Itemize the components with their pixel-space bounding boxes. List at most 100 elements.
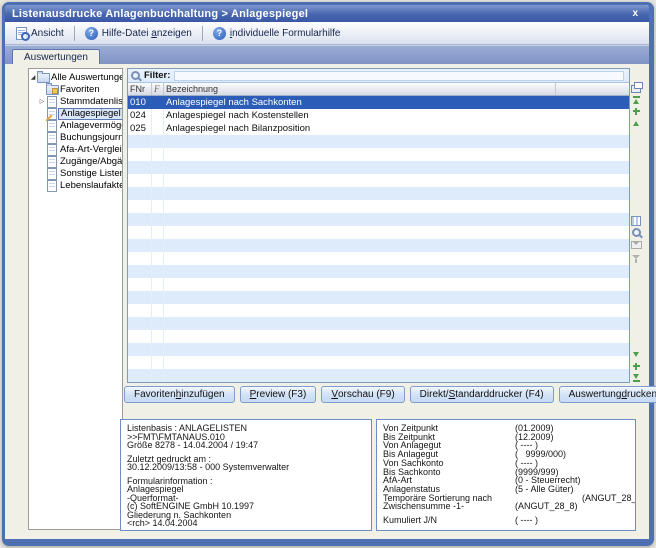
cell-fnr xyxy=(128,200,152,213)
direkt-standarddrucker-button[interactable]: Direkt/Standarddrucker (F4) xyxy=(410,386,554,403)
tree-item[interactable]: Favoriten xyxy=(29,84,122,96)
grid-empty-row xyxy=(128,356,629,369)
grid-row[interactable]: 025Anlagespiegel nach Bilanzposition xyxy=(128,122,629,135)
grid-empty-row xyxy=(128,343,629,356)
ansicht-button-label: Ansicht xyxy=(31,28,64,39)
grid-empty-row xyxy=(128,213,629,226)
column-chooser-icon xyxy=(631,82,641,93)
scroll-down-icon xyxy=(633,363,640,370)
tab-band: Auswertungen xyxy=(5,45,649,64)
scroll-bottom-button[interactable] xyxy=(630,373,642,383)
document-edit-icon xyxy=(47,108,57,120)
param-label: Kumuliert J/N xyxy=(383,516,515,525)
tree-item[interactable]: Afa-Art-Vergleich xyxy=(29,144,122,156)
column-header-bezeichnung[interactable]: Bezeichnung xyxy=(164,83,556,95)
cell-fnr xyxy=(128,187,152,200)
column-header-f[interactable]: F xyxy=(152,83,164,95)
cell-fnr xyxy=(128,213,152,226)
cell-f xyxy=(152,343,164,356)
tree-item[interactable]: Zugänge/Abgänge xyxy=(29,156,122,168)
scroll-up-icon xyxy=(633,108,640,115)
cell-filler xyxy=(556,161,629,174)
grid-row[interactable]: 010Anlagespiegel nach Sachkonten xyxy=(128,96,629,109)
formularhilfe-button[interactable]: individuelle Formularhilfe xyxy=(207,25,347,42)
cell-f xyxy=(152,174,164,187)
page-down-button[interactable] xyxy=(630,349,642,359)
tree-expander-icon[interactable]: ▷ xyxy=(38,96,46,108)
tree-item[interactable]: Buchungsjournal xyxy=(29,132,122,144)
filter-input[interactable] xyxy=(174,71,624,81)
grid-empty-row xyxy=(128,187,629,200)
column-header-fnr[interactable]: FNr xyxy=(128,83,152,95)
close-button[interactable]: x xyxy=(628,8,642,19)
cell-bezeichnung xyxy=(164,291,556,304)
grid-empty-row xyxy=(128,278,629,291)
folder-open-icon xyxy=(37,73,49,83)
tree-item[interactable]: Anlagespiegel xyxy=(29,108,122,120)
grid-row[interactable]: 024Anlagespiegel nach Kostenstellen xyxy=(128,109,629,122)
column-chooser-button[interactable] xyxy=(630,82,642,92)
document-icon xyxy=(46,180,58,192)
vorschau-button[interactable]: Vorschau (F9) xyxy=(321,386,404,403)
tree-root-label: Alle Auswertungen xyxy=(49,73,123,83)
grid-filter-row: Filter: xyxy=(128,69,629,83)
grid-empty-row xyxy=(128,291,629,304)
hilfe-datei-button[interactable]: Hilfe-Datei anzeigen xyxy=(79,25,198,42)
document-icon xyxy=(47,144,57,156)
cell-bezeichnung xyxy=(164,317,556,330)
cell-bezeichnung xyxy=(164,356,556,369)
page-up-icon xyxy=(633,121,639,126)
grid-empty-row xyxy=(128,161,629,174)
cell-filler xyxy=(556,200,629,213)
cell-fnr xyxy=(128,265,152,278)
grid-empty-row xyxy=(128,330,629,343)
search-icon xyxy=(632,228,641,237)
columns-button[interactable] xyxy=(630,216,642,226)
tree-item[interactable]: Anlagevermögen xyxy=(29,120,122,132)
cell-bezeichnung: Anlagespiegel nach Sachkonten xyxy=(164,96,556,109)
cell-f xyxy=(152,252,164,265)
scroll-up-button[interactable] xyxy=(630,106,642,116)
grid-empty-row xyxy=(128,369,629,382)
cell-f xyxy=(152,265,164,278)
tree-item-label: Lebenslaufakte xyxy=(58,181,123,191)
filter-button[interactable] xyxy=(630,252,642,262)
scroll-down-button[interactable] xyxy=(630,361,642,371)
cell-f xyxy=(152,304,164,317)
cell-bezeichnung xyxy=(164,252,556,265)
document-icon xyxy=(46,96,58,108)
content-area: ◢Alle AuswertungenFavoriten▷Stammdatenli… xyxy=(5,64,649,540)
cell-f xyxy=(152,278,164,291)
cell-filler xyxy=(556,304,629,317)
scroll-top-button[interactable] xyxy=(630,94,642,104)
document-icon xyxy=(47,120,57,132)
cell-bezeichnung xyxy=(164,148,556,161)
cell-fnr xyxy=(128,135,152,148)
ansicht-button[interactable]: Ansicht xyxy=(10,25,70,42)
search-button[interactable] xyxy=(630,228,642,238)
grid-header: FNrFBezeichnung xyxy=(128,83,629,96)
param-value: (ANGUT_28_8) xyxy=(515,501,578,511)
cell-filler xyxy=(556,135,629,148)
tree-item[interactable]: Lebenslaufakte xyxy=(29,180,122,192)
tab-auswertungen[interactable]: Auswertungen xyxy=(12,49,100,64)
preview-button[interactable]: Preview (F3) xyxy=(240,386,317,403)
document-icon xyxy=(46,156,58,168)
tab-label: Auswertungen xyxy=(24,52,88,63)
cell-filler xyxy=(556,343,629,356)
cell-filler xyxy=(556,109,629,122)
cell-filler xyxy=(556,265,629,278)
cell-f xyxy=(152,239,164,252)
favoriten-hinzufuegen-button[interactable]: Favoriten hinzufügen xyxy=(124,386,235,403)
tree-root-item[interactable]: ◢Alle Auswertungen xyxy=(29,72,122,84)
cell-fnr xyxy=(128,239,152,252)
cell-f xyxy=(152,96,164,109)
tree-item[interactable]: ▷Stammdatenlisten xyxy=(29,96,122,108)
page-up-button[interactable] xyxy=(630,118,642,128)
grid-empty-row xyxy=(128,304,629,317)
cell-bezeichnung xyxy=(164,200,556,213)
cell-fnr xyxy=(128,148,152,161)
tree-item[interactable]: Sonstige Listen xyxy=(29,168,122,180)
auswertung-drucken-button[interactable]: Auswertung drucken xyxy=(559,386,656,403)
export-button[interactable] xyxy=(630,240,642,250)
